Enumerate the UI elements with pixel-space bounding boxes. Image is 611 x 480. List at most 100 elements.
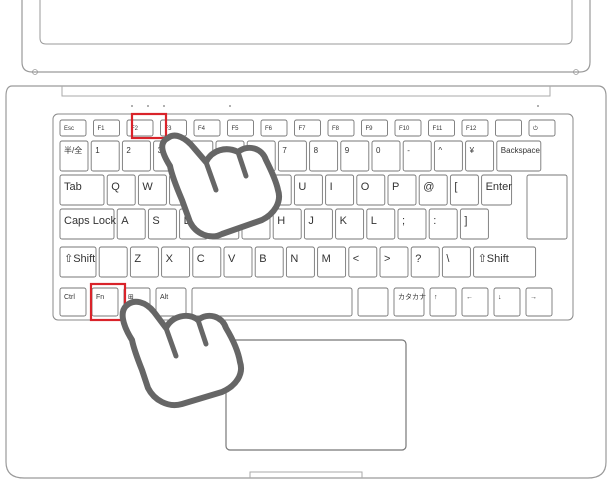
key-label: F8 [332,126,340,132]
key--: ⏻ [528,119,556,137]
key-f6: F6 [260,119,288,137]
key-label: F10 [399,126,410,132]
key-label: ; [402,215,405,227]
key-h: H [272,208,302,240]
key-q: Q [106,174,136,206]
key-label: Alt [160,294,168,301]
key-blank [98,246,128,278]
key-m: M [317,246,347,278]
hand-pointer-icon [119,298,244,408]
key--: > [379,246,409,278]
key--: < [348,246,378,278]
key-label: 1 [95,146,100,155]
key-label: P [392,181,399,193]
key-f5: F5 [227,119,254,137]
key--: @ [418,174,448,206]
key-enter-extension [526,174,568,240]
key-label: I [330,181,333,193]
key--shift: ⇧Shift [473,246,537,278]
key-f1: F1 [93,119,120,137]
key-f7: F7 [294,119,321,137]
key-label: ] [464,215,467,227]
key--: 半/全 [59,140,89,172]
key-label: < [353,253,359,265]
key-label: 8 [314,146,319,155]
key--: ; [397,208,427,240]
key--: → [525,287,553,317]
key-f4: F4 [193,119,221,137]
key--: ↑ [429,287,457,317]
key-2: 2 [121,140,151,172]
key-label: F5 [232,126,240,132]
key-label: @ [423,181,434,193]
key-label: Enter [486,181,513,193]
key-label: ↑ [434,294,438,301]
key-label: A [121,215,129,227]
key-label: [ [454,181,457,193]
key-o: O [356,174,386,206]
key-enter: Enter [481,174,513,206]
key-label: F7 [299,126,307,132]
key-1: 1 [90,140,120,172]
key-w: W [137,174,167,206]
key-esc: Esc [59,119,87,137]
key-z: Z [129,246,159,278]
key-p: P [387,174,417,206]
key-fn: Fn [91,287,119,317]
key-b: B [254,246,284,278]
key-blank [191,287,353,317]
key-label: 半/全 [64,145,82,155]
key-label: ⇧Shift [64,253,95,265]
key--: ^ [433,140,463,172]
key-f11: F11 [428,119,455,137]
key-alt: Alt [155,287,187,317]
key-label: : [433,215,436,227]
key-c: C [192,246,222,278]
key-label: F9 [366,126,374,132]
touchpad [225,339,407,451]
key-label: W [142,181,153,193]
key-a: A [116,208,146,240]
key--shift: ⇧Shift [59,246,97,278]
key-l: L [366,208,396,240]
key-label: F11 [433,126,444,132]
key-label: V [228,253,236,265]
key-label: Backspace [501,146,541,155]
key-label: K [340,215,348,227]
key-blank [495,119,522,137]
key-n: N [285,246,315,278]
key-label: Ctrl [64,294,75,301]
key-0: 0 [371,140,401,172]
key-label: Q [111,181,120,193]
key-label: > [384,253,390,265]
key--: ¥ [465,140,495,172]
key-label: - [407,146,410,155]
key-label: H [277,215,285,227]
key-label: ← [466,294,473,301]
key-label: J [308,215,314,227]
key-label: ⏻ [533,125,538,132]
keyboard-keys: EscF1F2F3F4F5F6F7F8F9F10F11F12⏻半/全123456… [59,119,568,317]
key-k: K [335,208,365,240]
key--: \ [441,246,471,278]
key-x: X [161,246,191,278]
key-f2: F2 [126,119,154,137]
key-label: F4 [198,126,206,132]
key-label: Fn [96,294,104,301]
key-label: ¥ [469,146,475,155]
key-label: M [322,253,331,265]
key-label: Z [134,253,141,265]
key-label: X [166,253,174,265]
key-blank [357,287,389,317]
laptop-keyboard-diagram: EscF1F2F3F4F5F6F7F8F9F10F11F12⏻半/全123456… [5,0,607,479]
key-label: F1 [98,126,106,132]
key--: ← [461,287,489,317]
key--: [ [449,174,479,206]
key-label: N [290,253,298,265]
key-8: 8 [309,140,339,172]
key-ctrl: Ctrl [59,287,87,317]
key-f9: F9 [361,119,388,137]
key-label: C [197,253,205,265]
key-label: 0 [376,146,381,155]
key-label: ↓ [498,294,502,301]
